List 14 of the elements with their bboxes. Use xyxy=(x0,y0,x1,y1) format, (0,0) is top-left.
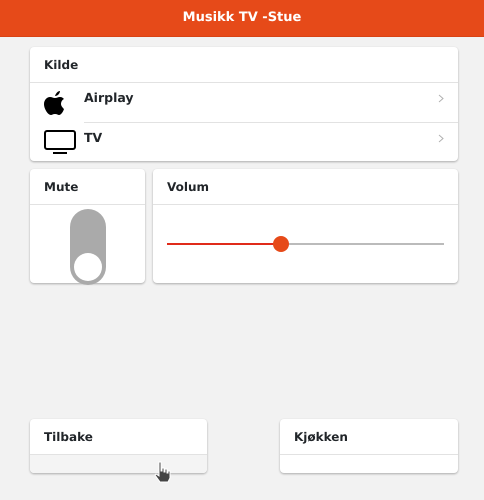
apple-icon xyxy=(44,89,66,115)
chevron-icon xyxy=(438,134,444,144)
source-item[interactable]: TV xyxy=(84,122,458,161)
chevron-icon xyxy=(438,94,444,104)
hand-cursor-icon xyxy=(154,461,172,483)
card-title: Kilde xyxy=(30,47,458,83)
source-item[interactable]: Airplay xyxy=(30,83,458,122)
nav-card[interactable]: Kjøkken xyxy=(280,419,458,473)
page-title: Musikk TV -Stue xyxy=(182,9,302,28)
card-title: Volum xyxy=(153,169,458,205)
card-title: Mute xyxy=(30,169,145,205)
tv-icon xyxy=(44,129,76,155)
mute-toggle[interactable] xyxy=(70,209,106,285)
volume-slider[interactable] xyxy=(167,236,444,252)
